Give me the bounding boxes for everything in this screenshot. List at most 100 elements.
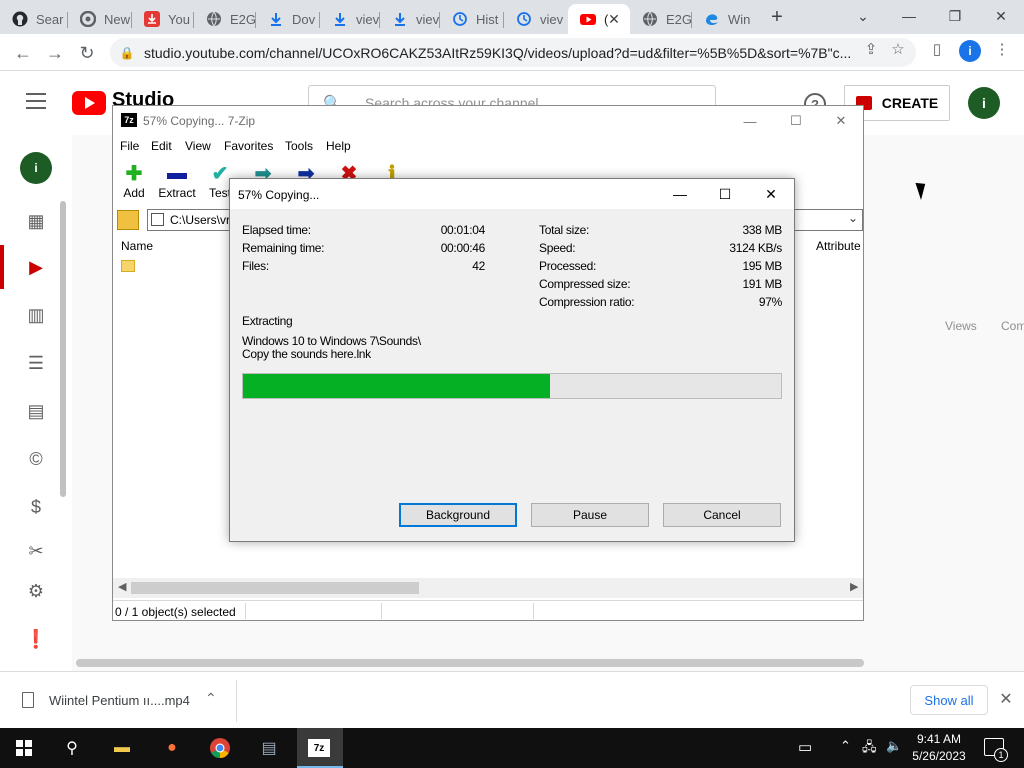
menu-hamburger-icon[interactable] — [26, 93, 46, 109]
menu-edit[interactable]: Edit — [151, 139, 172, 153]
status-bar: 0 / 1 object(s) selected — [113, 600, 863, 620]
browser-tab-active[interactable]: ( ✕ — [568, 4, 630, 34]
close-button[interactable]: ✕ — [756, 183, 786, 205]
scrollbar-thumb[interactable] — [131, 582, 419, 594]
new-tab-button[interactable]: + — [766, 6, 788, 28]
close-window-button[interactable]: ✕ — [987, 4, 1015, 28]
folder-up-icon[interactable] — [117, 210, 139, 230]
analytics-icon[interactable]: ▥ — [24, 303, 48, 327]
compressed-size-label: Compressed size: — [539, 277, 631, 291]
customization-icon[interactable]: ✂ — [24, 539, 48, 563]
side-panel-icon[interactable]: ▯ — [928, 40, 946, 58]
close-tab-icon[interactable]: ✕ — [606, 11, 622, 27]
dialog-titlebar[interactable]: 57% Copying... — ☐ ✕ — [230, 179, 794, 209]
column-header-attributes[interactable]: Attribute — [816, 239, 861, 253]
settings-gear-icon[interactable]: ⚙ — [24, 579, 48, 603]
menu-help[interactable]: Help — [326, 139, 351, 153]
sidebar-scrollbar[interactable] — [60, 201, 66, 497]
scroll-right-icon[interactable]: ▶ — [850, 580, 858, 593]
test-icon: ✔ — [211, 162, 229, 185]
chevron-down-icon[interactable]: ⌄ — [848, 211, 858, 225]
maximize-button[interactable]: ☐ — [710, 183, 740, 205]
browser-tab[interactable]: viev — [380, 4, 440, 34]
forward-button[interactable]: → — [42, 40, 68, 66]
comments-icon[interactable]: ☰ — [24, 351, 48, 375]
youtube-logo-icon[interactable] — [72, 91, 106, 115]
menu-favorites[interactable]: Favorites — [224, 139, 273, 153]
browser-tab[interactable]: You — [132, 4, 194, 34]
address-bar[interactable]: 🔒 studio.youtube.com/channel/UCOxRO6CAKZ… — [110, 38, 916, 67]
share-icon[interactable]: ⇪ — [862, 40, 880, 58]
channel-avatar[interactable]: i — [20, 152, 52, 184]
folder-icon[interactable] — [121, 260, 135, 272]
path-text: C:\Users\vr — [170, 213, 230, 227]
maximize-button[interactable]: ☐ — [781, 110, 811, 132]
feedback-icon[interactable]: ❗ — [24, 627, 48, 651]
keyboard-icon[interactable]: ▭ — [798, 738, 812, 756]
browser-tab[interactable]: New — [68, 4, 132, 34]
windows-start-icon[interactable] — [16, 740, 32, 756]
firefox-icon[interactable]: ● — [160, 736, 184, 760]
network-icon[interactable]: 🖧 — [862, 738, 877, 760]
sevenzip-titlebar[interactable]: 7z 57% Copying... 7-Zip — ☐ ✕ — [113, 106, 863, 136]
studio-horizontal-scrollbar[interactable] — [76, 659, 864, 667]
extract-icon: ▬ — [167, 161, 187, 184]
browser-tab[interactable]: Dov — [256, 4, 320, 34]
add-icon: ✚ — [125, 162, 143, 185]
minimize-button[interactable]: — — [735, 110, 765, 132]
dashboard-icon[interactable]: ▦ — [24, 209, 48, 233]
menu-tools[interactable]: Tools — [285, 139, 313, 153]
globe-icon — [642, 11, 658, 27]
earn-icon[interactable]: $ — [24, 495, 48, 519]
menu-view[interactable]: View — [185, 139, 211, 153]
file-explorer-icon[interactable]: ▬ — [110, 736, 134, 760]
download-shelf: Wiintel Pentium ıı....mp4 ⌃ Show all ✕ — [0, 671, 1024, 728]
back-button[interactable]: ← — [10, 40, 36, 66]
chrome-icon[interactable] — [208, 736, 232, 760]
download-item-name[interactable]: Wiintel Pentium ıı....mp4 — [49, 693, 190, 708]
account-avatar[interactable]: i — [968, 87, 1000, 119]
browser-tab[interactable]: viev — [320, 4, 380, 34]
more-menu-icon[interactable]: ⋮ — [993, 40, 1011, 58]
taskbar-clock[interactable]: 9:41 AM 5/26/2023 — [906, 731, 972, 765]
search-icon[interactable]: ⚲ — [60, 736, 84, 760]
shelf-divider — [236, 680, 237, 722]
minimize-button[interactable]: — — [895, 4, 923, 28]
tab-search-icon[interactable]: ⌄ — [849, 4, 877, 28]
browser-tab-label: New — [104, 11, 131, 27]
extract-button[interactable]: ▬ Extract — [153, 160, 201, 202]
browser-tab[interactable]: Win — [692, 4, 754, 34]
browser-toolbar: ← → ↻ 🔒 studio.youtube.com/channel/UCOxR… — [0, 34, 1024, 71]
menu-file[interactable]: File — [120, 139, 139, 153]
close-button[interactable]: ✕ — [826, 110, 856, 132]
sevenzip-taskbar-icon[interactable]: 7z — [308, 739, 330, 757]
horizontal-scrollbar[interactable]: ◀ ▶ — [113, 578, 863, 598]
content-icon[interactable]: ▶ — [24, 255, 48, 279]
add-button[interactable]: ✚ Add — [110, 160, 158, 202]
browser-tab[interactable]: E2G — [630, 4, 692, 34]
profile-avatar[interactable]: i — [959, 40, 981, 62]
browser-tab[interactable]: Sear — [0, 4, 68, 34]
volume-muted-icon[interactable]: 🔈 — [886, 738, 902, 754]
scroll-left-icon[interactable]: ◀ — [118, 580, 126, 593]
column-header-name[interactable]: Name — [121, 239, 153, 253]
copyright-icon[interactable]: © — [24, 447, 48, 471]
bookmark-star-icon[interactable]: ☆ — [889, 40, 907, 58]
background-button[interactable]: Background — [399, 503, 517, 527]
browser-tab[interactable]: Hist — [440, 4, 504, 34]
cancel-button[interactable]: Cancel — [663, 503, 781, 527]
restore-button[interactable]: ❐ — [941, 4, 969, 28]
reload-button[interactable]: ↻ — [74, 40, 100, 66]
pause-button[interactable]: Pause — [531, 503, 649, 527]
close-shelf-icon[interactable]: ✕ — [997, 690, 1015, 708]
minimize-button[interactable]: — — [665, 183, 695, 205]
chevron-up-icon[interactable]: ⌃ — [840, 738, 851, 754]
browser-tab[interactable]: viev — [504, 4, 568, 34]
browser-tab-label: Sear — [36, 11, 64, 27]
browser-tab[interactable]: E2G — [194, 4, 256, 34]
subtitles-icon[interactable]: ▤ — [24, 399, 48, 423]
chevron-up-icon[interactable]: ⌃ — [205, 690, 217, 707]
show-all-button[interactable]: Show all — [910, 685, 988, 715]
dialog-title: 57% Copying... — [238, 188, 320, 202]
control-panel-icon[interactable]: ▤ — [257, 736, 281, 760]
